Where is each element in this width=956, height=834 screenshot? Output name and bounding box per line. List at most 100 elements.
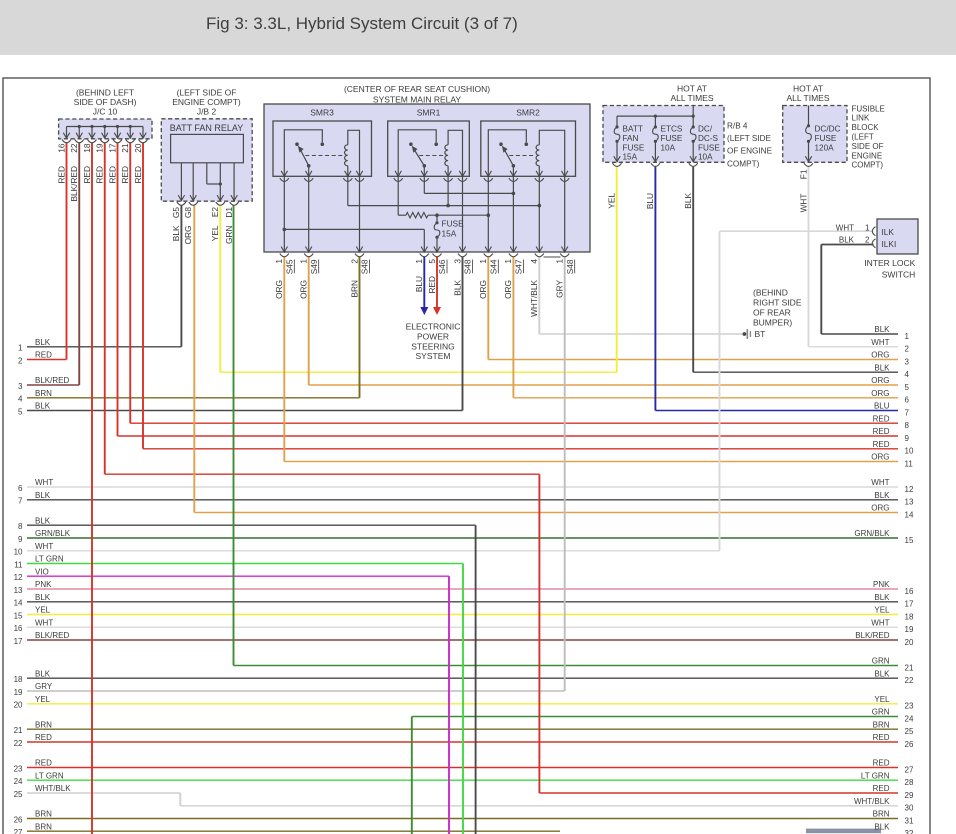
svg-text:120A: 120A [815,143,835,152]
svg-text:LINK: LINK [852,114,870,123]
svg-text:8: 8 [18,522,23,531]
svg-text:1: 1 [274,259,284,264]
svg-text:BATT FAN RELAY: BATT FAN RELAY [170,123,244,133]
svg-text:BLK: BLK [874,593,890,602]
svg-text:ALL TIMES: ALL TIMES [787,93,830,103]
svg-text:ORG: ORG [871,453,889,462]
svg-text:ORG: ORG [274,280,284,299]
svg-text:23: 23 [14,764,23,773]
svg-text:S46: S46 [437,259,447,274]
svg-text:16: 16 [14,624,23,633]
svg-text:28: 28 [905,778,914,787]
svg-text:BLU: BLU [874,402,890,411]
svg-text:BRN: BRN [873,810,890,819]
svg-text:(BEHIND: (BEHIND [753,288,788,298]
svg-text:15A: 15A [442,229,457,239]
svg-text:LT GRN: LT GRN [35,555,64,564]
svg-text:6: 6 [905,396,910,405]
svg-text:7: 7 [905,408,910,417]
svg-text:26: 26 [14,815,23,824]
svg-text:19: 19 [95,143,105,153]
svg-text:BRN: BRN [873,720,890,729]
svg-text:S47: S47 [514,259,524,274]
svg-text:21: 21 [120,143,130,153]
svg-text:BRN: BRN [35,389,52,398]
svg-text:ILK: ILK [882,227,895,237]
svg-text:COMPT): COMPT) [852,161,884,170]
svg-text:9: 9 [18,535,23,544]
svg-text:WHT/BLK: WHT/BLK [35,784,71,793]
svg-text:ORG: ORG [871,376,889,385]
svg-text:BLK/RED: BLK/RED [855,631,889,640]
svg-text:ALL TIMES: ALL TIMES [671,93,714,103]
svg-text:BLK: BLK [874,822,890,831]
svg-text:18: 18 [82,143,92,153]
svg-text:13: 13 [905,498,914,507]
svg-text:HOT AT: HOT AT [793,84,823,94]
svg-text:BLK: BLK [35,593,51,602]
svg-text:13: 13 [14,586,23,595]
svg-text:BLK: BLK [35,338,51,347]
svg-text:9: 9 [905,434,910,443]
svg-text:S48: S48 [360,259,370,274]
svg-text:FAN: FAN [623,134,639,143]
svg-text:RED: RED [56,166,66,184]
svg-text:31: 31 [905,816,914,825]
svg-text:WHT/BLK: WHT/BLK [854,797,890,806]
svg-text:RED: RED [873,733,890,742]
svg-text:S49: S49 [309,259,319,274]
svg-text:2: 2 [18,356,23,365]
svg-text:S44: S44 [489,259,499,274]
svg-text:S48: S48 [463,259,473,274]
svg-text:WHT: WHT [798,194,808,213]
svg-text:17: 17 [905,600,914,609]
svg-text:ORG: ORG [871,504,889,513]
svg-text:G5: G5 [171,207,181,218]
svg-text:FUSE: FUSE [661,134,683,143]
svg-text:GRN: GRN [872,708,890,717]
svg-text:5: 5 [905,383,910,392]
svg-text:YEL: YEL [35,606,51,615]
svg-text:SMR1: SMR1 [417,108,441,118]
svg-text:RED: RED [873,414,890,423]
svg-text:BRN: BRN [349,280,359,298]
svg-text:1: 1 [299,259,309,264]
svg-text:ORG: ORG [871,389,889,398]
svg-text:1: 1 [478,259,488,264]
svg-text:23: 23 [905,702,914,711]
svg-text:10: 10 [14,548,23,557]
svg-text:4: 4 [18,395,23,404]
svg-text:16: 16 [905,587,914,596]
svg-text:4: 4 [905,370,910,379]
svg-text:11: 11 [905,459,914,468]
svg-text:1: 1 [555,259,565,264]
svg-text:YEL: YEL [874,606,890,615]
svg-text:18: 18 [14,675,23,684]
svg-text:BLOCK: BLOCK [852,123,880,132]
svg-text:3: 3 [18,382,23,391]
svg-text:2: 2 [349,259,359,264]
svg-text:6: 6 [18,484,23,493]
svg-text:BATT: BATT [623,125,643,134]
svg-text:WHT: WHT [836,224,854,233]
svg-text:20: 20 [14,701,23,710]
svg-text:GRY: GRY [555,280,565,298]
svg-text:15: 15 [14,611,23,620]
svg-text:RED: RED [35,759,52,768]
svg-text:SMR3: SMR3 [310,108,334,118]
svg-text:D1: D1 [224,207,234,218]
svg-text:BLK/RED: BLK/RED [35,376,69,385]
svg-text:FUSE: FUSE [442,219,465,229]
svg-text:SYSTEM: SYSTEM [416,351,451,361]
svg-text:RED: RED [35,733,52,742]
svg-text:20: 20 [133,143,143,153]
svg-text:GRY: GRY [35,682,53,691]
svg-text:YEL: YEL [35,695,51,704]
svg-text:25: 25 [905,727,914,736]
svg-text:SYSTEM MAIN RELAY: SYSTEM MAIN RELAY [373,94,461,104]
svg-text:RED: RED [107,166,117,184]
svg-text:LT GRN: LT GRN [35,771,64,780]
svg-text:BRN: BRN [35,810,52,819]
svg-text:BLU: BLU [414,276,424,292]
svg-text:29: 29 [905,791,914,800]
